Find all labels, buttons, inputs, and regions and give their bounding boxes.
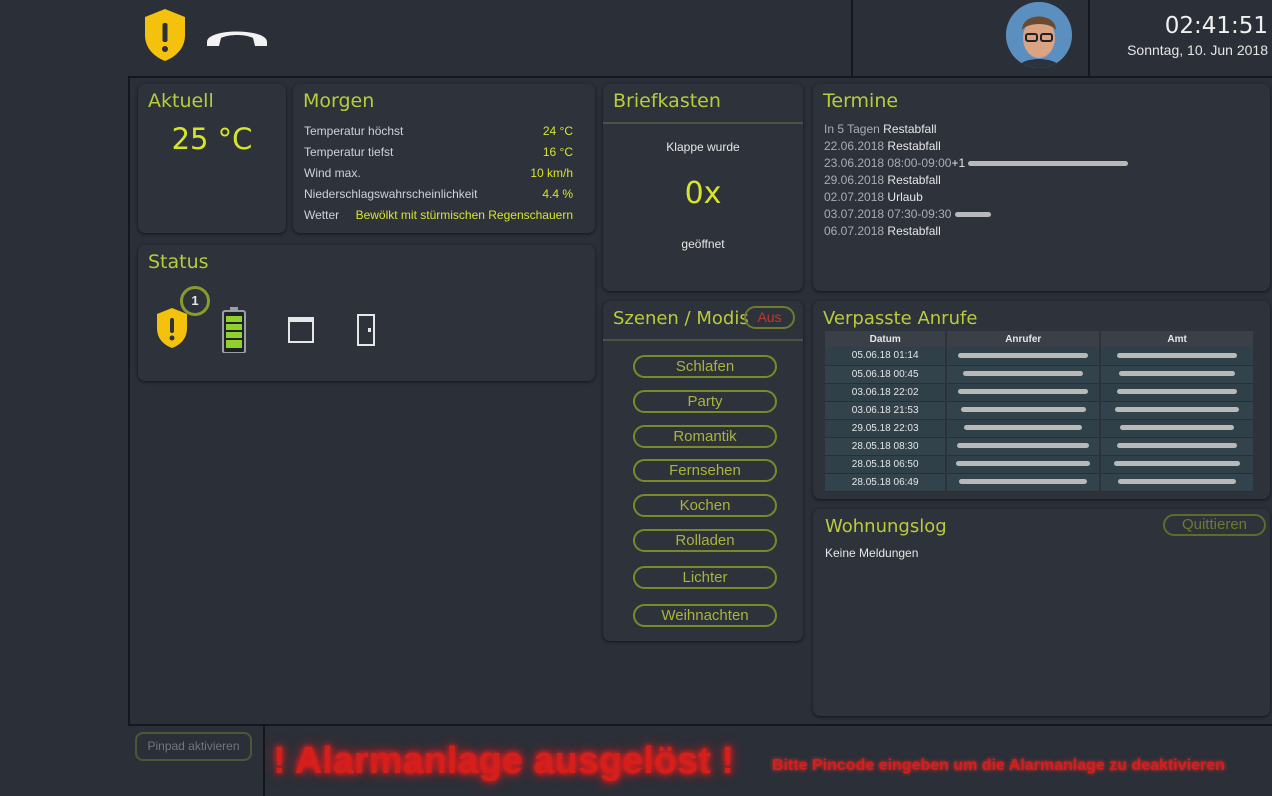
list-item: 03.07.2018 07:30-09:30 bbox=[824, 206, 1128, 223]
forecast-label: Temperatur tiefst bbox=[304, 145, 394, 159]
mailbox-count: 0x bbox=[684, 176, 722, 211]
table-row[interactable]: 29.05.18 22:03 bbox=[825, 419, 1255, 438]
table-row[interactable]: 28.05.18 06:49 bbox=[825, 473, 1255, 492]
header-bar bbox=[0, 0, 1272, 77]
aktuell-title: Aktuell bbox=[148, 90, 214, 112]
scene-button-party[interactable]: Party bbox=[633, 390, 777, 413]
forecast-label: Niederschlagswahrscheinlichkeit bbox=[304, 187, 478, 201]
status-shield-icon[interactable] bbox=[154, 307, 190, 349]
current-temperature: 25 °C bbox=[171, 122, 253, 156]
anrufe-panel: Verpasste Anrufe Datum Anrufer Amt 05.06… bbox=[813, 301, 1270, 499]
status-badge: 1 bbox=[180, 286, 210, 316]
forecast-value: 10 km/h bbox=[530, 166, 573, 180]
table-row[interactable]: 28.05.18 06:50 bbox=[825, 455, 1255, 474]
forecast-label: Wind max. bbox=[304, 166, 361, 180]
avatar[interactable] bbox=[1006, 2, 1072, 68]
scene-button-lichter[interactable]: Lichter bbox=[633, 566, 777, 589]
list-item: 02.07.2018 Urlaub bbox=[824, 190, 923, 204]
column-header: Amt bbox=[1100, 331, 1255, 347]
mailbox-text: Klappe wurde bbox=[666, 140, 740, 154]
mailbox-text: geöffnet bbox=[681, 237, 725, 251]
anrufe-title: Verpasste Anrufe bbox=[823, 308, 978, 329]
list-item: 23.06.2018 08:00-09:00+1 bbox=[824, 155, 1129, 172]
scene-button-schlafen[interactable]: Schlafen bbox=[633, 355, 777, 378]
acknowledge-button[interactable]: Quittieren bbox=[1163, 514, 1266, 536]
scene-button-rolladen[interactable]: Rolladen bbox=[633, 529, 777, 552]
column-header: Datum bbox=[825, 331, 948, 347]
scenes-off-button[interactable]: Aus bbox=[744, 306, 795, 329]
list-item: 06.07.2018 Restabfall bbox=[824, 224, 941, 238]
termine-panel: Termine In 5 Tagen Restabfall 22.06.2018… bbox=[813, 84, 1270, 291]
list-item: 22.06.2018 Restabfall bbox=[824, 139, 941, 153]
log-message: Keine Meldungen bbox=[825, 546, 919, 560]
scene-button-kochen[interactable]: Kochen bbox=[633, 494, 777, 517]
scene-button-weihnachten[interactable]: Weihnachten bbox=[633, 604, 777, 627]
status-panel: Status 1 bbox=[138, 245, 595, 381]
forecast-value: 24 °C bbox=[542, 124, 573, 138]
clock-time: 02:41:51 bbox=[1164, 13, 1268, 39]
table-row[interactable]: 28.05.18 08:30 bbox=[825, 437, 1255, 456]
alarm-shield-icon[interactable] bbox=[141, 7, 189, 63]
morgen-panel: Morgen Temperatur höchst 24 °C Temperatu… bbox=[293, 84, 595, 233]
clock-date: Sonntag, 10. Jun 2018 bbox=[1127, 42, 1268, 58]
table-row[interactable]: 05.06.18 00:45 bbox=[825, 365, 1255, 384]
acknowledge-label: Quittieren bbox=[1181, 516, 1248, 533]
termine-title: Termine bbox=[823, 90, 899, 112]
forecast-label: Wetter bbox=[304, 208, 340, 222]
szenen-panel: Szenen / Modis Aus Schlafen Party Romant… bbox=[603, 301, 803, 641]
scene-button-fernsehen[interactable]: Fernsehen bbox=[633, 459, 777, 482]
list-item: 29.06.2018 Restabfall bbox=[824, 173, 941, 187]
battery-icon bbox=[221, 307, 247, 354]
scene-button-romantik[interactable]: Romantik bbox=[633, 425, 777, 448]
aktuell-panel: Aktuell 25 °C bbox=[138, 84, 286, 233]
briefkasten-panel: Briefkasten Klappe wurde 0x geöffnet bbox=[603, 84, 803, 291]
appointment-list: In 5 Tagen Restabfall 22.06.2018 Restabf… bbox=[824, 121, 1129, 240]
forecast-label: Temperatur höchst bbox=[304, 124, 404, 138]
table-row[interactable]: 03.06.18 22:02 bbox=[825, 383, 1255, 402]
table-row[interactable]: 05.06.18 01:14 bbox=[825, 347, 1255, 366]
window-icon bbox=[288, 317, 314, 343]
morgen-title: Morgen bbox=[303, 90, 375, 112]
missed-calls-table: Datum Anrufer Amt 05.06.18 01:14 05.06.1… bbox=[825, 331, 1255, 492]
szenen-title: Szenen / Modis bbox=[613, 308, 749, 329]
status-title: Status bbox=[148, 251, 209, 273]
column-header: Anrufer bbox=[946, 331, 1102, 347]
wohnungslog-panel: Wohnungslog Quittieren Keine Meldungen bbox=[813, 509, 1270, 716]
alarm-message: ! Alarmanlage ausgelöst ! bbox=[273, 740, 735, 782]
wohnungslog-title: Wohnungslog bbox=[825, 516, 947, 537]
phone-hangup-icon[interactable] bbox=[203, 20, 271, 50]
list-item: In 5 Tagen Restabfall bbox=[824, 122, 937, 136]
briefkasten-title: Briefkasten bbox=[613, 90, 721, 112]
pinpad-button[interactable]: Pinpad aktivieren bbox=[135, 732, 252, 761]
table-row[interactable]: 03.06.18 21:53 bbox=[825, 401, 1255, 420]
forecast-value: 4.4 % bbox=[542, 187, 573, 201]
forecast-value: Bewölkt mit stürmischen Regenschauern bbox=[355, 208, 573, 222]
scenes-off-label: Aus bbox=[757, 309, 782, 325]
alarm-hint: Bitte Pincode eingeben um die Alarmanlag… bbox=[772, 757, 1225, 774]
pinpad-label: Pinpad aktivieren bbox=[147, 739, 240, 753]
door-icon bbox=[356, 314, 376, 346]
forecast-value: 16 °C bbox=[542, 145, 573, 159]
status-badge-count: 1 bbox=[191, 293, 199, 308]
